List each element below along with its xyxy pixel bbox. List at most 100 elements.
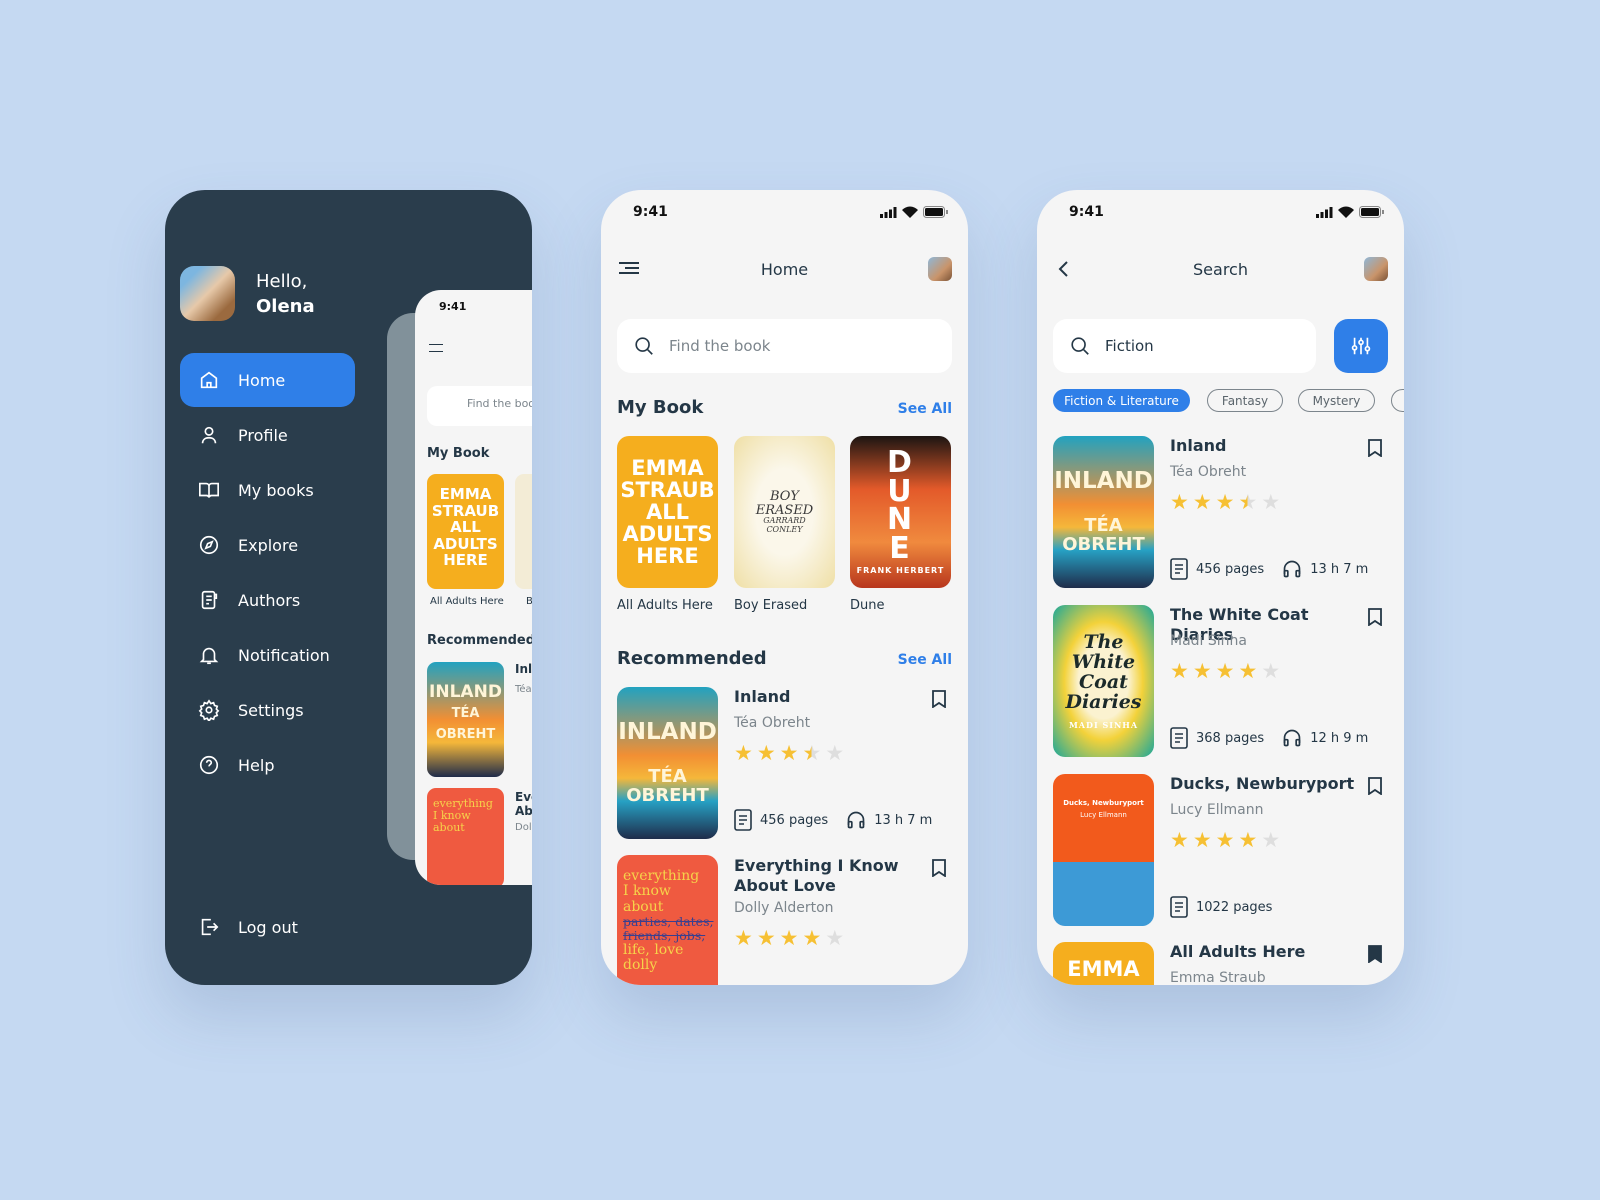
greeting: Hello, bbox=[256, 271, 308, 292]
menu-label: Settings bbox=[238, 700, 304, 720]
page-count: 1022 pages bbox=[1196, 899, 1273, 915]
audio-duration: 13 h 7 m bbox=[874, 812, 933, 828]
menu-label: Explore bbox=[238, 535, 299, 555]
book-cover[interactable]: EMMA bbox=[1053, 942, 1154, 985]
cover-text-line: about bbox=[623, 898, 664, 915]
menu-item-explore[interactable]: Explore bbox=[180, 518, 355, 572]
book-meta: 1022 pages bbox=[1170, 896, 1272, 918]
star-icon: ★ bbox=[1170, 659, 1189, 683]
preview-home-screen[interactable]: 9:41 Find the boo My Book EMMA STRAUB ALL A… bbox=[415, 290, 532, 885]
avatar[interactable] bbox=[180, 266, 235, 321]
star-half-icon: ★ bbox=[802, 741, 822, 765]
star-icon: ★ bbox=[1261, 828, 1281, 852]
user-name: Olena bbox=[256, 296, 315, 317]
book-cover[interactable]: everything I know about parties, dates, … bbox=[617, 855, 718, 985]
audio-duration: 12 h 9 m bbox=[1310, 730, 1369, 746]
filter-button[interactable] bbox=[1334, 319, 1388, 373]
book-cover[interactable]: INLAND TÉA OBREHT bbox=[617, 687, 718, 839]
book-title[interactable]: Inland bbox=[1170, 436, 1350, 456]
menu-item-authors[interactable]: Authors bbox=[180, 573, 355, 627]
audio-duration: 13 h 7 m bbox=[1310, 561, 1369, 577]
menu-label: Home bbox=[238, 370, 286, 390]
rating-stars: ★ ★ ★ ★ ★ bbox=[1170, 828, 1281, 852]
bookmark-icon[interactable] bbox=[932, 690, 946, 708]
book-author: Madi Sinha bbox=[1170, 633, 1247, 649]
book-title[interactable]: Everything I Know About Love bbox=[734, 856, 914, 896]
avatar[interactable] bbox=[928, 257, 952, 281]
menu-label: Help bbox=[238, 755, 275, 775]
star-icon: ★ bbox=[1215, 828, 1235, 852]
cover-text-line: parties, dates, bbox=[623, 914, 714, 930]
book-title[interactable]: Inland bbox=[734, 687, 914, 707]
see-all-link[interactable]: See All bbox=[898, 401, 952, 417]
star-half-icon: ★ bbox=[1238, 490, 1258, 514]
star-icon: ★ bbox=[1238, 659, 1258, 683]
authors-icon bbox=[201, 590, 218, 610]
search-placeholder: Find the book bbox=[669, 337, 771, 355]
book-cover[interactable]: BOY ERASED GARRARD CONLEY bbox=[734, 436, 835, 588]
star-icon: ★ bbox=[1192, 490, 1212, 514]
book-author: Emma Straub bbox=[1170, 970, 1266, 985]
book-meta: 368 pages 12 h 9 m bbox=[1170, 727, 1368, 749]
my-book-heading: My Book bbox=[427, 446, 490, 461]
see-all-link[interactable]: See All bbox=[898, 652, 952, 668]
book-cover: EMMA STRAUB ALL ADULTS HERE bbox=[427, 474, 504, 589]
status-icons bbox=[1316, 206, 1384, 218]
chip-fiction-literature[interactable]: Fiction & Literature bbox=[1053, 389, 1190, 412]
menu-item-my-books[interactable]: My books bbox=[180, 463, 355, 517]
bookmark-icon[interactable] bbox=[932, 859, 946, 877]
rec-author: Dol bbox=[515, 822, 532, 833]
status-time: 9:41 bbox=[439, 300, 467, 313]
rating-stars: ★ ★ ★ ★ ★ bbox=[1170, 490, 1281, 514]
avatar[interactable] bbox=[1364, 257, 1388, 281]
battery-icon bbox=[923, 206, 948, 218]
book-title: All Adults Here bbox=[430, 596, 504, 607]
menu-item-settings[interactable]: Settings bbox=[180, 683, 355, 737]
status-icons bbox=[880, 206, 948, 218]
bookmark-filled-icon[interactable] bbox=[1368, 945, 1382, 963]
headphones-icon bbox=[1283, 729, 1301, 747]
star-icon: ★ bbox=[1261, 490, 1281, 514]
search-query: Fiction bbox=[1105, 337, 1154, 355]
rating-stars: ★ ★ ★ ★ ★ bbox=[1170, 659, 1280, 683]
menu-item-profile[interactable]: Profile bbox=[180, 408, 355, 462]
book-author: Dolly Alderton bbox=[734, 900, 834, 916]
logout-button[interactable]: Log out bbox=[180, 900, 355, 954]
bookmark-icon[interactable] bbox=[1368, 608, 1382, 626]
wifi-icon bbox=[902, 206, 918, 218]
book-cover[interactable]: EMMA STRAUB ALL ADULTS HERE bbox=[617, 436, 718, 588]
book-cover[interactable]: Ducks, Newburyport Lucy Ellmann bbox=[1053, 774, 1154, 926]
drawer-screen: 9:41 Find the boo My Book EMMA STRAUB ALL A… bbox=[165, 190, 532, 985]
chip-mystery[interactable]: Mystery bbox=[1298, 389, 1375, 412]
bookmark-icon[interactable] bbox=[1368, 439, 1382, 457]
chip-fantasy[interactable]: Fantasy bbox=[1207, 389, 1283, 412]
menu-label: Profile bbox=[238, 425, 288, 445]
search-icon bbox=[635, 337, 653, 355]
book-title[interactable]: Ducks, Newburyport bbox=[1170, 774, 1370, 794]
menu-item-help[interactable]: Help bbox=[180, 738, 355, 792]
book-cover[interactable]: INLAND TÉA OBREHT bbox=[1053, 436, 1154, 588]
page-count: 368 pages bbox=[1196, 730, 1265, 746]
signal-icon bbox=[1316, 206, 1333, 218]
page-count: 456 pages bbox=[760, 812, 829, 828]
status-time: 9:41 bbox=[1069, 204, 1104, 220]
book-author: Téa Obreht bbox=[1170, 464, 1247, 480]
bookmark-icon[interactable] bbox=[1368, 777, 1382, 795]
chip-more[interactable] bbox=[1391, 389, 1404, 412]
help-icon bbox=[199, 755, 219, 775]
logout-icon bbox=[201, 918, 219, 936]
rec-title: Inla bbox=[515, 662, 532, 676]
cover-text-line: everything bbox=[623, 868, 700, 884]
search-input[interactable]: Find the book bbox=[617, 319, 952, 373]
menu-item-notification[interactable]: Notification bbox=[180, 628, 355, 682]
cover-text-line: friends, jobs, bbox=[623, 927, 706, 943]
search-input[interactable]: Fiction bbox=[1053, 319, 1316, 373]
section-heading: My Book bbox=[617, 397, 704, 418]
menu-item-home[interactable]: Home bbox=[180, 353, 355, 407]
book-cover[interactable]: D U N E FRANK HERBERT bbox=[850, 436, 951, 588]
page-count: 456 pages bbox=[1196, 561, 1265, 577]
signal-icon bbox=[880, 206, 897, 218]
menu-label: Notification bbox=[238, 645, 330, 665]
book-title[interactable]: All Adults Here bbox=[1170, 942, 1350, 962]
book-cover[interactable]: The White Coat Diaries MADI SINHA bbox=[1053, 605, 1154, 757]
